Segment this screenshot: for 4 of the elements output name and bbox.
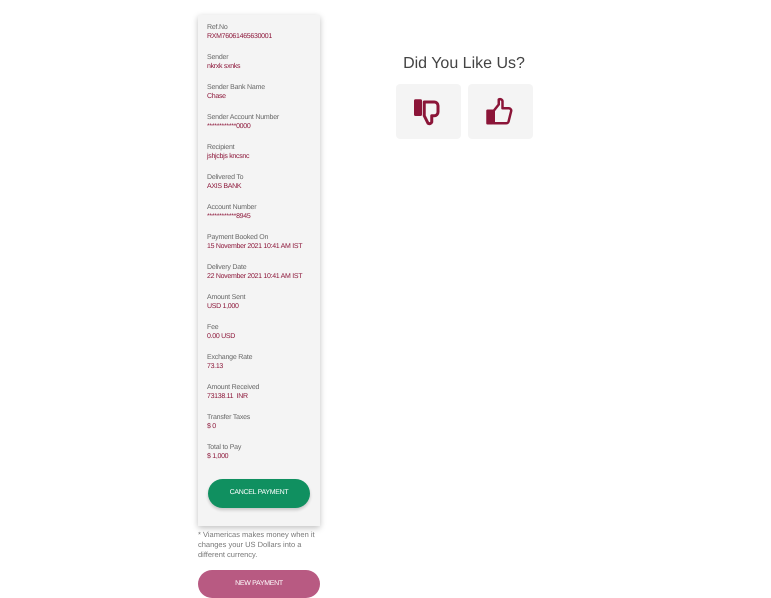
dislike-button[interactable] [396, 84, 460, 139]
feedback-title: Did You Like Us? [403, 54, 525, 74]
thumbs-up-icon [485, 96, 515, 126]
like-button[interactable] [468, 84, 532, 139]
